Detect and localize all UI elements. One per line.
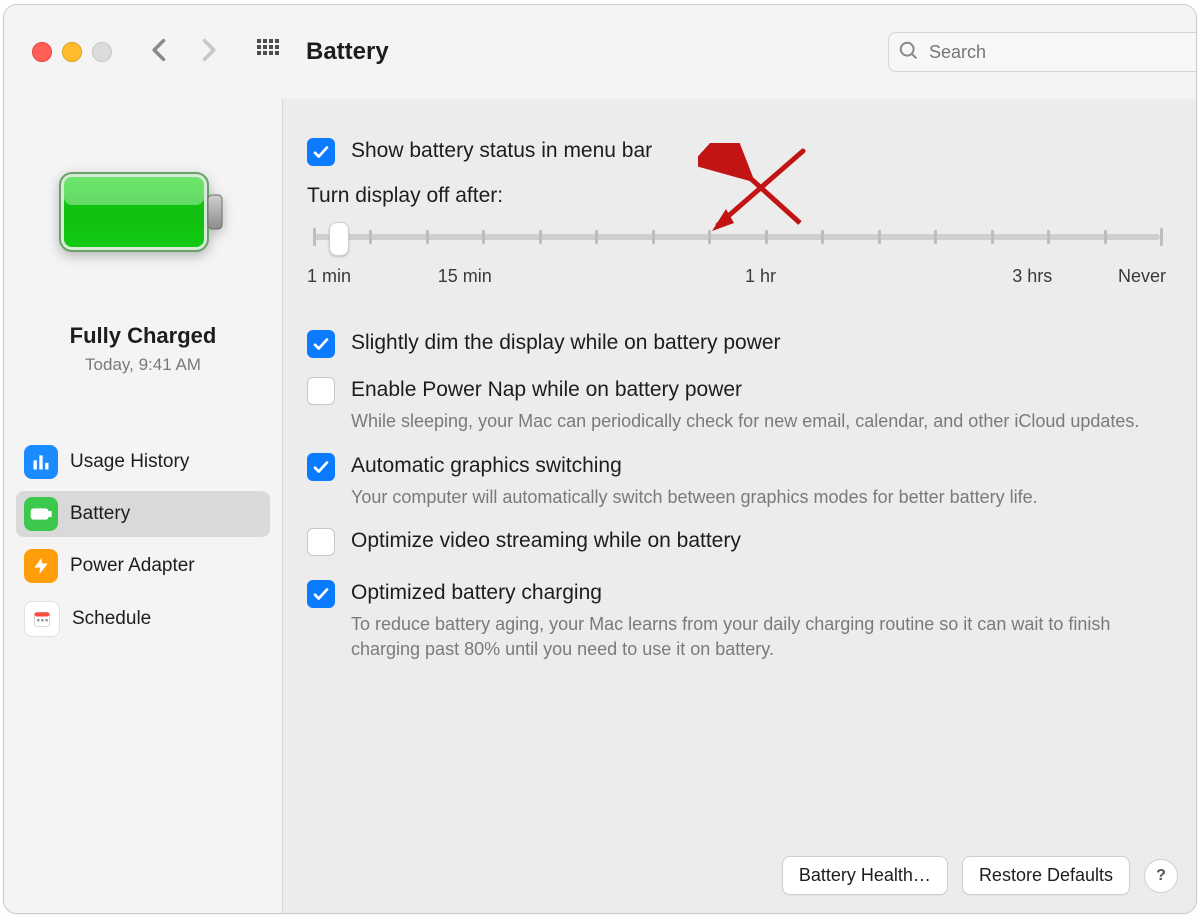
label-videostream: Optimize video streaming while on batter… [351, 527, 1168, 554]
battery-health-button[interactable]: Battery Health… [782, 856, 948, 895]
checkbox-show-menu-bar[interactable] [307, 138, 335, 166]
body: Fully Charged Today, 9:41 AM Usage Histo… [4, 99, 1196, 913]
sidebar-item-label: Usage History [70, 451, 189, 473]
search-input[interactable] [888, 32, 1197, 72]
battery-icon [58, 167, 228, 257]
battery-status-block: Fully Charged Today, 9:41 AM [4, 323, 282, 375]
slider-label-3hrs: 3 hrs [1002, 266, 1062, 287]
battery-small-icon [24, 497, 58, 531]
schedule-icon [24, 601, 60, 637]
sidebar-item-schedule[interactable]: Schedule [16, 595, 270, 643]
options-list: Slightly dim the display while on batter… [307, 329, 1188, 661]
window-controls [32, 42, 112, 62]
battery-status-time: Today, 9:41 AM [4, 355, 282, 375]
slider-label-min: 1 min [307, 266, 367, 287]
battery-hero-graphic [4, 167, 282, 257]
slider-label-1hr: 1 hr [731, 266, 791, 287]
checkbox-videostream[interactable] [307, 528, 335, 556]
sidebar: Fully Charged Today, 9:41 AM Usage Histo… [4, 99, 283, 913]
help-button[interactable]: ? [1144, 859, 1178, 893]
slider-title: Turn display off after: [307, 184, 1166, 208]
sidebar-item-label: Schedule [72, 608, 151, 630]
show-all-prefs-button[interactable] [256, 38, 280, 67]
nav-buttons [146, 36, 222, 69]
zoom-window-button[interactable] [92, 42, 112, 62]
display-off-slider[interactable] [313, 220, 1160, 256]
usage-history-icon [24, 445, 58, 479]
slider-label-never: Never [1106, 266, 1166, 287]
slider-knob[interactable] [329, 222, 349, 256]
toolbar: Battery [4, 5, 1196, 99]
label-gpu: Automatic graphics switching [351, 452, 1168, 479]
desc-gpu: Your computer will automatically switch … [351, 485, 1168, 509]
back-button[interactable] [146, 36, 174, 69]
slider-ticks [313, 230, 1160, 244]
forward-button[interactable] [194, 36, 222, 69]
battery-preferences-window: Battery [3, 4, 1197, 914]
power-adapter-icon [24, 549, 58, 583]
label-show-menu-bar: Show battery status in menu bar [351, 137, 1168, 164]
sidebar-nav: Usage History Battery Power Adapter [4, 439, 282, 643]
slider-labels: 1 min 15 min 1 hr 3 hrs Never [307, 266, 1166, 287]
option-gpu: Automatic graphics switching Your compute… [307, 452, 1188, 510]
checkbox-optcharge[interactable] [307, 580, 335, 608]
option-optcharge: Optimized battery charging To reduce batt… [307, 579, 1188, 661]
slider-label-15min: 15 min [435, 266, 495, 287]
minimize-window-button[interactable] [62, 42, 82, 62]
label-optcharge: Optimized battery charging [351, 579, 1168, 606]
desc-powernap: While sleeping, your Mac can periodicall… [351, 409, 1168, 433]
checkbox-dim[interactable] [307, 330, 335, 358]
checkbox-gpu[interactable] [307, 453, 335, 481]
label-powernap: Enable Power Nap while on battery power [351, 376, 1168, 403]
sidebar-item-label: Battery [70, 503, 130, 525]
battery-status-title: Fully Charged [4, 323, 282, 349]
search-field-wrapper [888, 32, 1178, 72]
sidebar-item-label: Power Adapter [70, 555, 195, 577]
sidebar-item-power-adapter[interactable]: Power Adapter [16, 543, 270, 589]
checkbox-powernap[interactable] [307, 377, 335, 405]
desc-optcharge: To reduce battery aging, your Mac learns… [351, 612, 1168, 661]
window-title: Battery [306, 38, 389, 66]
option-powernap: Enable Power Nap while on battery power W… [307, 376, 1188, 434]
option-dim: Slightly dim the display while on batter… [307, 329, 1188, 358]
search-icon [898, 40, 920, 67]
footer: Battery Health… Restore Defaults ? [782, 856, 1178, 895]
option-videostream: Optimize video streaming while on batter… [307, 527, 1188, 561]
sidebar-item-usage-history[interactable]: Usage History [16, 439, 270, 485]
sidebar-item-battery[interactable]: Battery [16, 491, 270, 537]
label-dim: Slightly dim the display while on batter… [351, 329, 1168, 356]
option-show-menu-bar: Show battery status in menu bar [307, 137, 1188, 166]
main-panel: Show battery status in menu bar Turn dis… [283, 99, 1196, 913]
restore-defaults-button[interactable]: Restore Defaults [962, 856, 1130, 895]
display-off-slider-block: Turn display off after: 1 min 15 min 1 h… [307, 184, 1166, 287]
close-window-button[interactable] [32, 42, 52, 62]
